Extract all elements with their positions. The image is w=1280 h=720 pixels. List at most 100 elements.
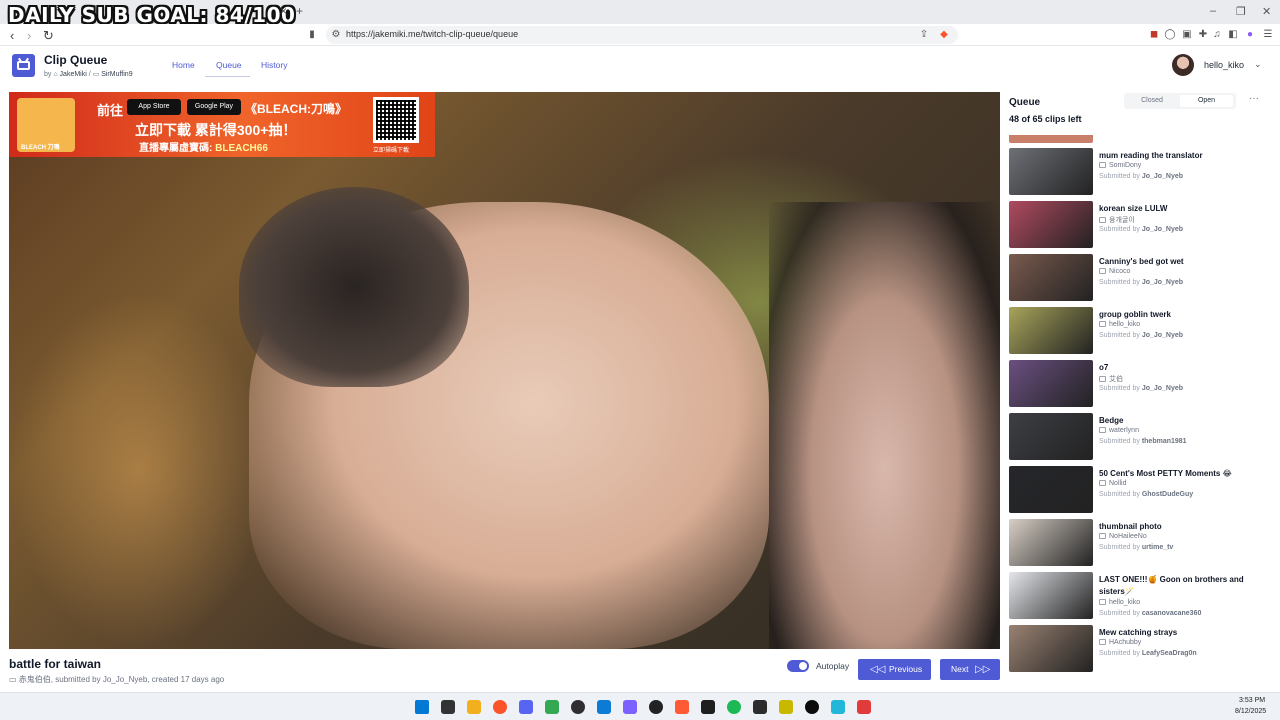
submitter-name: Jo_Jo_Nyeb — [1141, 332, 1184, 339]
queue-item-thumbnail[interactable] — [1009, 360, 1093, 407]
terminal-icon[interactable] — [753, 700, 767, 714]
queue-item[interactable]: 50 Cent's Most PETTY Moments 😂 Nollid Subm… — [1009, 466, 1274, 514]
extension-icon[interactable]: ◯ — [1164, 29, 1176, 41]
queue-item-thumbnail[interactable] — [1009, 519, 1093, 566]
submitted-prefix: Submitted by — [1099, 385, 1142, 392]
more-options-icon[interactable]: ··· — [1249, 93, 1259, 104]
queue-title: Queue — [1009, 97, 1041, 108]
edge-icon[interactable] — [597, 700, 611, 714]
submitted-prefix: Submitted by — [1099, 279, 1142, 286]
author-link-sirmuffin9[interactable]: SirMuffin9 — [101, 71, 132, 78]
queue-item-thumbnail[interactable] — [1009, 413, 1093, 460]
task-view-icon[interactable] — [441, 700, 455, 714]
forward-button[interactable]: › — [27, 28, 31, 43]
extension-icon[interactable]: ▣ — [1181, 29, 1193, 41]
nav-history[interactable]: History — [261, 60, 287, 70]
new-tab-button[interactable]: + — [296, 4, 303, 18]
queue-item[interactable]: thumbnail photo NoHaileeNo Submitted by ur… — [1009, 519, 1274, 567]
back-button[interactable]: ‹ — [10, 28, 14, 43]
queue-closed-option[interactable]: Closed — [1124, 93, 1180, 109]
minimize-button[interactable]: – — [1210, 5, 1216, 17]
bookmark-icon[interactable]: ▮ — [306, 29, 318, 41]
queue-item-title: mum reading the translator — [1099, 151, 1203, 160]
queue-item[interactable]: o7 艾伯 Submitted by Jo_Jo_Nyeb — [1009, 360, 1274, 408]
share-icon[interactable]: ⇪ — [918, 29, 930, 41]
autoplay-toggle[interactable] — [787, 660, 809, 672]
cmd-icon[interactable] — [805, 700, 819, 714]
notepad-icon[interactable] — [701, 700, 715, 714]
queue-item-thumbnail[interactable] — [1009, 254, 1093, 301]
queue-item-channel-name: hello_kiko — [1109, 321, 1141, 328]
queue-item[interactable]: group goblin twerk hello_kiko Submitted by… — [1009, 307, 1274, 355]
app-icon[interactable] — [649, 700, 663, 714]
nav-queue[interactable]: Queue — [216, 60, 242, 70]
sidebar-icon[interactable]: ◧ — [1227, 29, 1239, 41]
queue-item-submitter: Submitted by urtime_tv — [1099, 544, 1173, 551]
queue-item[interactable]: korean size LULW 융개굴이 Submitted by Jo_Jo_N… — [1009, 201, 1274, 249]
leo-ai-icon[interactable]: ● — [1244, 29, 1256, 41]
ad-banner[interactable]: BLEACH 刀鳴 前往 App Store Google Play 《BLEA… — [9, 92, 435, 157]
media-icon[interactable]: ♫ — [1211, 29, 1223, 41]
file-explorer-icon[interactable] — [467, 700, 481, 714]
queue-open-option[interactable]: Open — [1180, 95, 1233, 107]
brave-shields-icon[interactable]: ◆ — [938, 29, 950, 41]
discord-icon[interactable] — [519, 700, 533, 714]
queue-item[interactable]: mum reading the translator SomiDony Submit… — [1009, 148, 1274, 196]
next-button[interactable]: Next ▷▷ — [940, 659, 1000, 680]
app-header: Clip Queue by ⌂ JakeMiki / ▭ SirMuffin9 … — [0, 46, 1280, 88]
queue-item-thumbnail[interactable] — [1009, 148, 1093, 195]
queue-item[interactable]: LAST ONE!!!🍯 Goon on brothers and sister… — [1009, 572, 1274, 620]
clip-video-player[interactable] — [9, 92, 1000, 649]
nav-home[interactable]: Home — [172, 60, 195, 70]
queue-item-title: thumbnail photo — [1099, 522, 1162, 531]
clock-time[interactable]: 3:53 PM — [1239, 697, 1265, 704]
spotify-icon[interactable] — [727, 700, 741, 714]
close-window-button[interactable]: ✕ — [1262, 5, 1271, 18]
tab-close-button[interactable]: × — [280, 4, 287, 18]
game-icon[interactable] — [857, 700, 871, 714]
address-bar[interactable]: ⚙ https://jakemiki.me/twitch-clip-queue/… — [326, 26, 958, 44]
submitter-name: Jo_Jo_Nyeb — [1141, 279, 1184, 286]
username[interactable]: hello_kiko — [1204, 60, 1244, 70]
avatar[interactable] — [1172, 54, 1194, 76]
author-link-jakemiki[interactable]: JakeMiki — [60, 71, 87, 78]
queue-item-thumbnail[interactable] — [1009, 135, 1093, 143]
reload-button[interactable]: ↻ — [43, 28, 54, 44]
obs-icon[interactable] — [571, 700, 585, 714]
google-play-badge[interactable]: Google Play — [187, 99, 241, 115]
windows-icon[interactable] — [415, 700, 429, 714]
queue-item[interactable]: Mew catching strays HAchubby Submitted by … — [1009, 625, 1274, 673]
queue-item-channel-name: hello_kiko — [1109, 599, 1141, 606]
vpn-icon[interactable] — [623, 700, 637, 714]
site-settings-icon[interactable]: ⚙ — [330, 29, 342, 41]
queue-item[interactable]: Bedge waterlynn Submitted by thebman1981 — [1009, 413, 1274, 461]
brave-icon[interactable] — [493, 700, 507, 714]
queue-item-thumbnail[interactable] — [1009, 307, 1093, 354]
queue-item-channel: hello_kiko — [1099, 599, 1140, 606]
queue-item-thumbnail[interactable] — [1009, 572, 1093, 619]
streamlabs-icon[interactable] — [779, 700, 793, 714]
tv-logo-icon[interactable] — [12, 54, 35, 77]
queue-item-thumbnail[interactable] — [1009, 201, 1093, 248]
queue-item[interactable]: Canniny's bed got wet Nicoco Submitted by … — [1009, 254, 1274, 302]
previous-button[interactable]: ◁◁ Previous — [858, 659, 931, 680]
maximize-button[interactable]: ❐ — [1236, 5, 1246, 18]
queue-item-channel: 艾伯 — [1099, 374, 1123, 384]
nav-active-indicator — [205, 76, 250, 77]
chevron-down-icon[interactable]: ⌄ — [1254, 59, 1262, 70]
app-store-badge[interactable]: App Store — [127, 99, 181, 115]
menu-icon[interactable]: ☰ — [1262, 29, 1274, 41]
chat-icon — [1099, 321, 1106, 327]
queue-item-thumbnail[interactable] — [1009, 625, 1093, 672]
queue-state-toggle[interactable]: Closed Open — [1124, 93, 1236, 109]
queue-item-thumbnail[interactable] — [1009, 466, 1093, 513]
queue-item-channel: 융개굴이 — [1099, 215, 1135, 225]
queue-item-channel-name: 艾伯 — [1109, 376, 1123, 383]
brave-beta-icon[interactable] — [675, 700, 689, 714]
clip-channel[interactable]: 赤鬼伯伯 — [19, 675, 51, 684]
extension-icon[interactable]: ◼ — [1148, 29, 1160, 41]
extensions-puzzle-icon[interactable]: ✚ — [1197, 29, 1209, 41]
chrome-icon[interactable] — [545, 700, 559, 714]
clock-date[interactable]: 8/12/2025 — [1235, 708, 1266, 715]
browser-icon[interactable] — [831, 700, 845, 714]
